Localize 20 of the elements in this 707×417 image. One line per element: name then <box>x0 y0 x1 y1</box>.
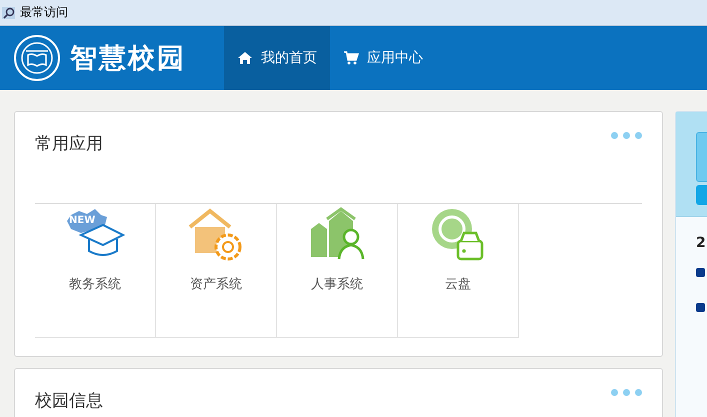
search-icon <box>2 6 16 20</box>
more-icon[interactable] <box>611 130 642 139</box>
home-icon <box>237 51 253 65</box>
more-icon[interactable] <box>611 387 642 396</box>
card-title: 校园信息 <box>35 390 103 412</box>
bullet-icon <box>696 303 705 312</box>
nav-tab[interactable]: 应用中心 <box>330 26 436 90</box>
app-tile[interactable]: 云盘 <box>398 204 519 338</box>
cart-icon <box>343 51 359 65</box>
side-heading: 2 <box>695 234 707 251</box>
bullet-icon <box>696 268 705 277</box>
card-title: 常用应用 <box>35 133 103 155</box>
app-tile[interactable]: NEW 教务系统 <box>35 204 156 338</box>
app-tile[interactable]: 人事系统 <box>277 204 398 338</box>
logo-text: 智慧校园 <box>70 42 186 76</box>
nav-tab[interactable]: 我的首页 <box>224 26 330 90</box>
app-tile[interactable]: 资产系统 <box>156 204 277 338</box>
emblem-logo <box>14 35 60 81</box>
favorites-label[interactable]: 最常访问 <box>20 4 68 21</box>
new-label: NEW <box>69 216 96 226</box>
